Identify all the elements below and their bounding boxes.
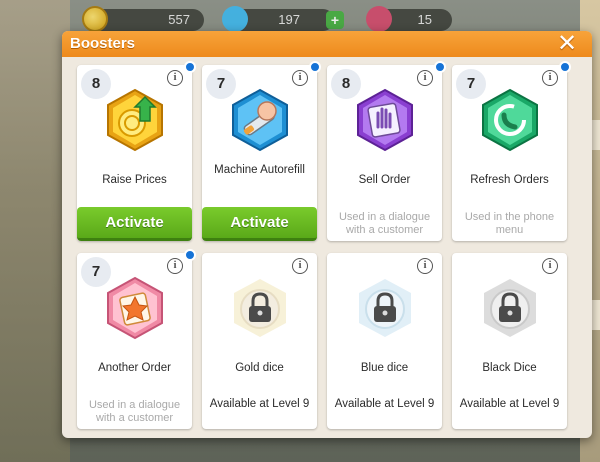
booster-card-sell-order[interactable]: 8 i Sell Order Used in a dialogue with a… [327, 61, 446, 241]
info-icon[interactable]: i [542, 258, 558, 274]
info-icon[interactable]: i [167, 70, 183, 86]
info-icon[interactable]: i [417, 258, 433, 274]
booster-card-raise-prices[interactable]: 8 i Raise Prices Activate [77, 61, 196, 241]
notification-dot [434, 61, 446, 73]
boosters-dialog: Boosters ✕ 8 i Raise Prices Activate 7 i [62, 31, 592, 438]
close-icon[interactable]: ✕ [556, 31, 578, 55]
booster-card-refresh-orders[interactable]: 7 i Refresh Orders Used in the phone men… [452, 61, 571, 241]
booster-label: Sell Order [358, 174, 411, 186]
machine-autorefill-icon [227, 87, 293, 153]
gold-dice-lock-icon [227, 275, 293, 341]
booster-description: Used in a dialogue with a customer [88, 399, 181, 424]
notification-dot [184, 249, 196, 261]
coin-icon [82, 6, 108, 32]
booster-label: Black Dice [482, 362, 537, 374]
booster-card-another-order[interactable]: 7 i Another Order Used in a dialogue wit… [77, 249, 196, 429]
booster-label: Raise Prices [102, 174, 167, 186]
info-icon[interactable]: i [167, 258, 183, 274]
resource-bar: 557 197 + 15 [0, 0, 600, 38]
level-requirement: Available at Level 9 [334, 398, 435, 410]
booster-label: Blue dice [360, 362, 409, 374]
dialog-header: Boosters ✕ [62, 31, 592, 57]
booster-card-machine-autorefill[interactable]: 7 i Machine Autorefill Activate [202, 61, 321, 241]
gems-counter: 197 + [216, 0, 344, 38]
dialog-title: Boosters [70, 35, 136, 52]
info-icon[interactable]: i [542, 70, 558, 86]
activate-button[interactable]: Activate [202, 207, 317, 241]
booster-card-black-dice[interactable]: i Black Dice Available at Level 9 [452, 253, 567, 429]
booster-label: Gold dice [235, 362, 284, 374]
coins-counter: 557 [82, 6, 204, 32]
info-icon[interactable]: i [292, 258, 308, 274]
level-requirement: Available at Level 9 [459, 398, 560, 410]
rubies-counter: 15 [360, 0, 452, 38]
booster-description: Used in a dialogue with a customer [338, 211, 431, 236]
raise-prices-icon [102, 87, 168, 153]
blue-dice-lock-icon [352, 275, 418, 341]
booster-label: Refresh Orders [470, 174, 549, 186]
notification-dot [184, 61, 196, 73]
coins-value: 557 [168, 12, 190, 27]
booster-label: Another Order [98, 362, 171, 374]
notification-dot [559, 61, 571, 73]
booster-label: Machine Autorefill [214, 164, 305, 176]
info-icon[interactable]: i [292, 70, 308, 86]
notification-dot [309, 61, 321, 73]
info-icon[interactable]: i [417, 70, 433, 86]
gems-value: 197 [278, 12, 300, 27]
booster-card-gold-dice[interactable]: i Gold dice Available at Level 9 [202, 253, 317, 429]
level-requirement: Available at Level 9 [209, 398, 310, 410]
activate-button[interactable]: Activate [77, 207, 192, 241]
background-left [0, 0, 70, 462]
booster-description: Used in the phone menu [464, 211, 555, 236]
sell-order-icon [352, 87, 418, 153]
refresh-orders-icon [477, 87, 543, 153]
black-dice-lock-icon [477, 275, 543, 341]
rubies-value: 15 [417, 12, 432, 27]
another-order-icon [102, 275, 168, 341]
add-gems-button[interactable]: + [326, 11, 344, 29]
booster-card-blue-dice[interactable]: i Blue dice Available at Level 9 [327, 253, 442, 429]
